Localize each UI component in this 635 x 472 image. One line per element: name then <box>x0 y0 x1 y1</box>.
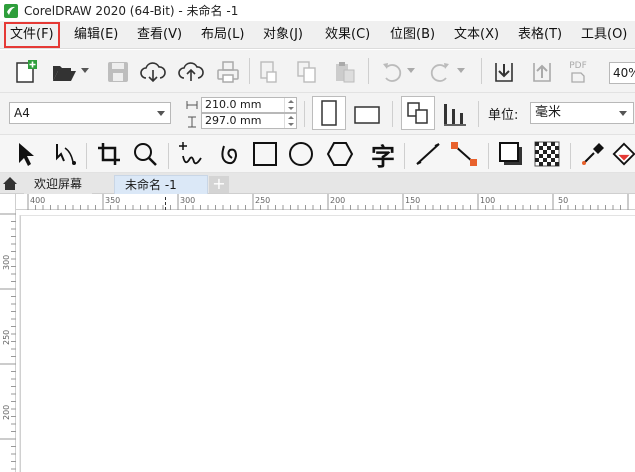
open-folder-icon[interactable] <box>50 58 78 86</box>
cloud-download-icon[interactable] <box>138 58 168 86</box>
ruler-label-h: 300 <box>180 196 195 205</box>
toolbox: 字 <box>0 135 635 173</box>
landscape-orientation-button[interactable] <box>350 103 384 127</box>
units-label: 单位: <box>488 108 519 123</box>
export-icon[interactable] <box>528 58 556 86</box>
chevron-down-icon[interactable] <box>80 66 90 76</box>
artistic-media-icon[interactable] <box>214 139 244 169</box>
ellipse-tool-icon[interactable] <box>286 139 316 169</box>
crop-tool-icon[interactable] <box>94 139 124 169</box>
chevron-down-icon <box>157 111 165 116</box>
portrait-orientation-button[interactable] <box>312 96 346 130</box>
property-bar: A4 210.0 mm 297.0 mm 单位: 毫米 <box>0 93 635 135</box>
page-height-value: 297.0 mm <box>205 114 262 127</box>
page-width-icon <box>186 98 198 112</box>
chevron-down-icon[interactable] <box>406 66 416 76</box>
eyedropper-icon[interactable] <box>578 139 608 169</box>
zoom-level-field[interactable]: 40% <box>609 62 635 84</box>
import-icon[interactable] <box>490 58 518 86</box>
ruler-label-v: 300 <box>2 255 11 270</box>
ruler-label-h: 50 <box>558 196 568 205</box>
standard-toolbar: PDF 40% <box>0 50 635 93</box>
paste-icon[interactable] <box>332 58 358 86</box>
menu-tools[interactable]: 工具(O) <box>577 24 631 46</box>
ruler-label-h: 100 <box>480 196 495 205</box>
zoom-tool-icon[interactable] <box>130 139 160 169</box>
page-height-field[interactable]: 297.0 mm <box>201 113 297 129</box>
ruler-label-v: 200 <box>2 405 11 420</box>
units-select[interactable]: 毫米 <box>530 102 634 124</box>
title-bar: CorelDRAW 2020 (64-Bit) - 未命名 -1 <box>0 0 635 21</box>
save-icon[interactable] <box>104 58 132 86</box>
horizontal-ruler-scale: 400 350 300 250 200 150 100 50 <box>27 194 629 210</box>
menu-table[interactable]: 表格(T) <box>514 24 566 46</box>
print-icon[interactable] <box>214 58 242 86</box>
transparency-icon[interactable] <box>532 139 562 169</box>
height-spinner[interactable] <box>284 114 296 128</box>
width-spinner[interactable] <box>284 98 296 112</box>
drop-shadow-icon[interactable] <box>496 139 526 169</box>
current-page-icon[interactable] <box>440 99 470 129</box>
parallel-dimension-icon[interactable] <box>412 139 444 169</box>
ruler-label-h: 150 <box>405 196 420 205</box>
ruler-label-h: 350 <box>105 196 120 205</box>
menu-object[interactable]: 对象(J) <box>259 24 307 46</box>
page-size-select[interactable]: A4 <box>9 102 171 124</box>
tab-document[interactable]: 未命名 -1 <box>114 175 208 194</box>
polygon-tool-icon[interactable] <box>324 139 356 169</box>
home-icon[interactable] <box>2 176 18 191</box>
freehand-tool-icon[interactable] <box>176 139 206 169</box>
cut-icon[interactable] <box>256 58 282 86</box>
page-width-value: 210.0 mm <box>205 98 262 111</box>
ruler-label-h: 250 <box>255 196 270 205</box>
ruler-label-h: 200 <box>330 196 345 205</box>
cloud-upload-icon[interactable] <box>176 58 206 86</box>
new-document-icon[interactable] <box>12 58 40 86</box>
add-tab-button[interactable]: + <box>209 176 229 193</box>
coreldraw-logo-icon <box>4 3 18 18</box>
all-pages-icon[interactable] <box>401 96 435 130</box>
pdf-label: PDF <box>569 61 587 71</box>
undo-icon[interactable] <box>378 58 406 86</box>
page-height-icon <box>186 115 198 129</box>
chevron-down-icon[interactable] <box>456 66 466 76</box>
copy-icon[interactable] <box>294 58 320 86</box>
text-tool-icon[interactable]: 字 <box>368 139 398 171</box>
vertical-ruler-scale: 300 250 200 <box>0 213 16 470</box>
cursor-position-guide <box>165 197 166 210</box>
menu-bar: 文件(F) 编辑(E) 查看(V) 布局(L) 对象(J) 效果(C) 位图(B… <box>0 21 635 49</box>
interactive-fill-icon[interactable] <box>612 139 635 169</box>
document-tab-bar: 欢迎屏幕 未命名 -1 + <box>0 173 635 194</box>
ruler-label-h: 400 <box>30 196 45 205</box>
tab-welcome-screen[interactable]: 欢迎屏幕 <box>24 175 93 194</box>
menu-view[interactable]: 查看(V) <box>133 24 186 46</box>
horizontal-ruler[interactable]: 400 350 300 250 200 150 100 50 <box>16 194 635 210</box>
document-page[interactable] <box>20 215 635 472</box>
redo-icon[interactable] <box>426 58 454 86</box>
menu-layout[interactable]: 布局(L) <box>197 24 248 46</box>
menu-file[interactable]: 文件(F) <box>4 22 60 48</box>
menu-edit[interactable]: 编辑(E) <box>70 24 122 46</box>
vertical-ruler[interactable]: 300 250 200 <box>0 194 16 472</box>
chevron-down-icon <box>619 111 627 116</box>
menu-effects[interactable]: 效果(C) <box>321 24 374 46</box>
shape-tool-icon[interactable] <box>50 139 80 169</box>
menu-text[interactable]: 文本(X) <box>450 24 503 46</box>
page-size-value: A4 <box>14 106 30 120</box>
rectangle-tool-icon[interactable] <box>250 139 280 169</box>
window-title: CorelDRAW 2020 (64-Bit) - 未命名 -1 <box>24 4 239 18</box>
page-width-field[interactable]: 210.0 mm <box>201 97 297 113</box>
publish-pdf-icon[interactable]: PDF <box>564 58 592 86</box>
menu-bitmaps[interactable]: 位图(B) <box>386 24 439 46</box>
pick-tool-icon[interactable] <box>12 139 40 169</box>
connector-tool-icon[interactable] <box>448 139 480 169</box>
units-value: 毫米 <box>535 105 562 120</box>
ruler-label-v: 250 <box>2 330 11 345</box>
